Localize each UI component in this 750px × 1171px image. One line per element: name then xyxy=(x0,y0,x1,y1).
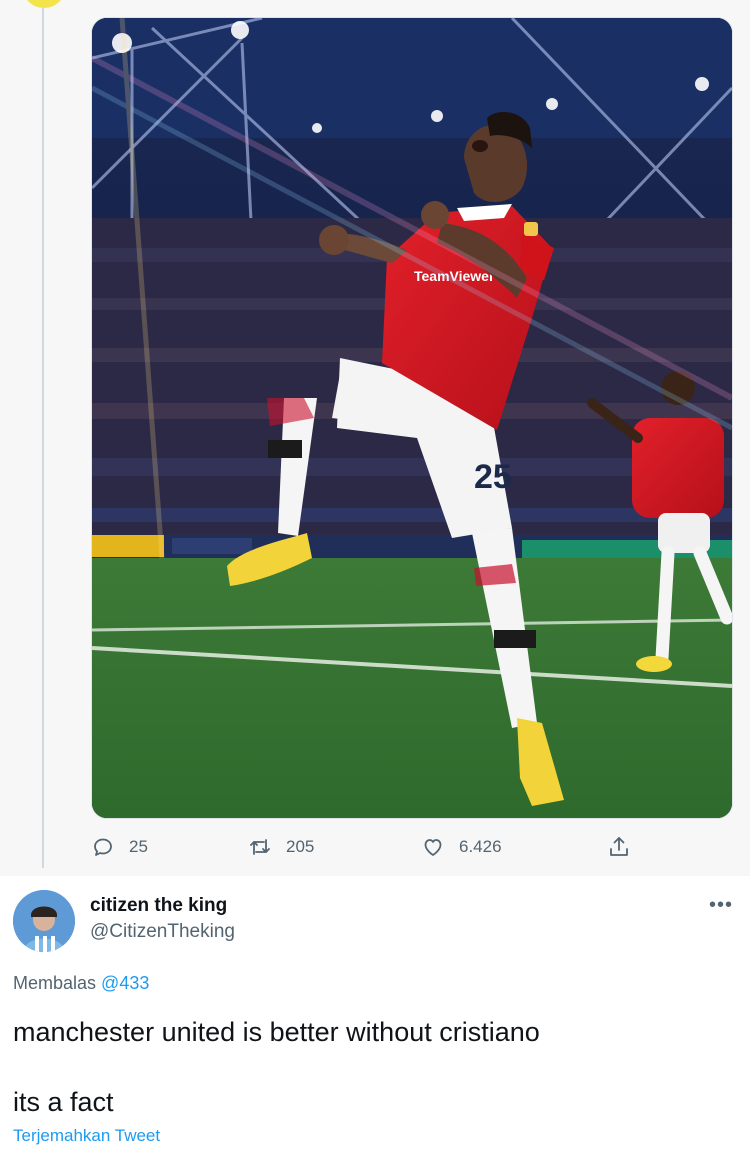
author-display-name[interactable]: citizen the king xyxy=(90,895,227,917)
avatar[interactable] xyxy=(13,890,75,952)
like-count: 6.426 xyxy=(459,837,502,856)
tweet-text-line-2: its a fact xyxy=(13,1087,114,1117)
retweet-icon xyxy=(250,839,270,855)
reply-tweet[interactable]: citizen the king @CitizenTheking ••• Mem… xyxy=(0,876,750,1171)
tweet-text: manchester united is better without cris… xyxy=(13,1014,540,1120)
shirt-number: 25 xyxy=(474,458,512,496)
thread-line xyxy=(42,8,44,868)
reply-count: 25 xyxy=(129,837,148,856)
reply-button[interactable]: 25 xyxy=(91,830,148,864)
author-handle[interactable]: @CitizenTheking xyxy=(90,921,235,943)
tweet-text-line-1: manchester united is better without cris… xyxy=(13,1017,540,1047)
replying-prefix: Membalas xyxy=(13,973,97,993)
share-icon xyxy=(610,837,628,856)
parent-avatar[interactable] xyxy=(22,0,66,8)
parent-tweet: 25 TeamViewer 25 205 6.426 xyxy=(0,0,750,876)
reply-icon xyxy=(94,838,112,856)
like-button[interactable]: 6.426 xyxy=(421,830,502,864)
translate-tweet-link[interactable]: Terjemahkan Tweet xyxy=(13,1126,160,1146)
tweet-photo[interactable]: 25 TeamViewer xyxy=(91,17,733,819)
replying-mention-link[interactable]: @433 xyxy=(101,973,149,993)
tweet-actions: 25 205 6.426 xyxy=(91,830,731,864)
more-options-icon[interactable]: ••• xyxy=(708,894,734,916)
replying-to: Membalas @433 xyxy=(13,973,149,994)
share-button[interactable] xyxy=(607,830,645,864)
retweet-button[interactable]: 205 xyxy=(248,830,314,864)
like-icon xyxy=(424,839,442,856)
retweet-count: 205 xyxy=(286,837,315,856)
